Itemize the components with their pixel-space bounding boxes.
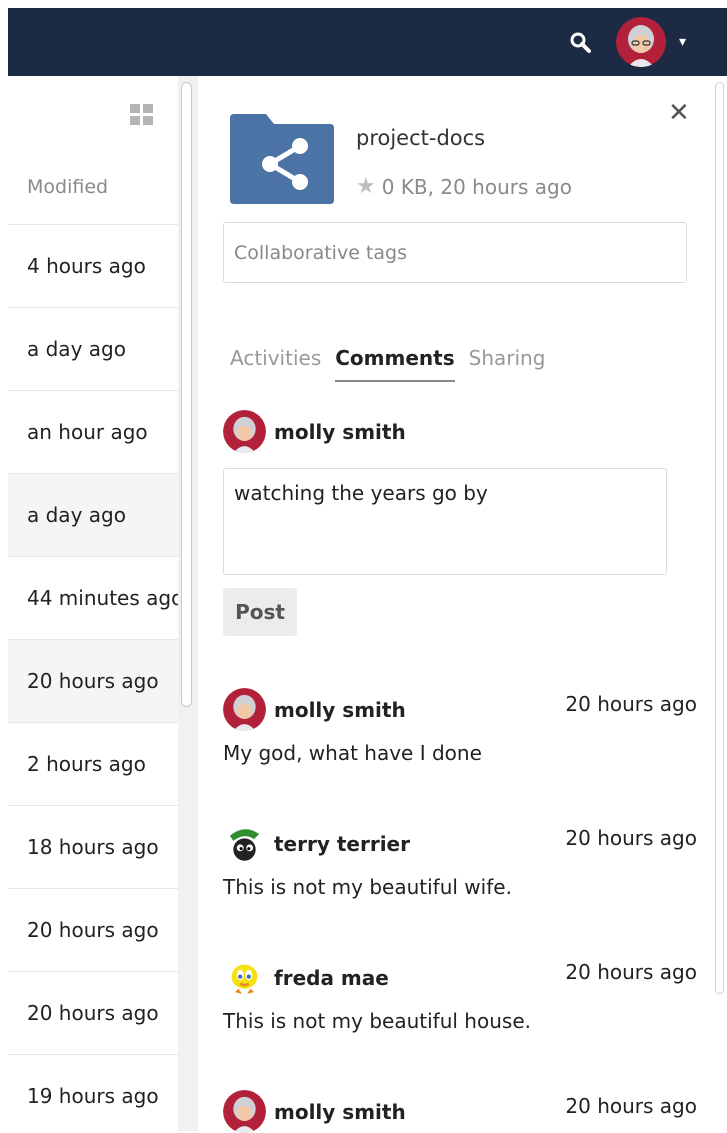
comment-item: molly smith 20 hours ago [223,1090,697,1133]
file-rows: 4 hours ago a day ago an hour ago a day … [8,224,178,1131]
grid-view-icon[interactable] [130,104,154,126]
table-row[interactable]: 44 minutes ago [8,556,178,639]
file-meta: ★ 0 KB, 20 hours ago [356,174,572,199]
file-size-modified: 0 KB, 20 hours ago [381,174,572,199]
avatar [223,822,266,865]
tab-sharing[interactable]: Sharing [469,346,546,382]
table-row[interactable]: 2 hours ago [8,722,178,805]
table-row[interactable]: 18 hours ago [8,805,178,888]
user-avatar[interactable] [616,17,666,67]
comment-time: 20 hours ago [565,692,697,716]
table-row[interactable]: an hour ago [8,390,178,473]
table-row[interactable]: 20 hours ago [8,971,178,1054]
comment-time: 20 hours ago [565,826,697,850]
search-icon[interactable] [568,30,594,56]
file-list: Modified 4 hours ago a day ago an hour a… [8,76,178,1131]
avatar [223,1090,266,1133]
comment-author: molly smith [274,1099,406,1124]
star-icon[interactable]: ★ [356,174,376,199]
table-row[interactable]: 20 hours ago [8,639,178,722]
comment-author: molly smith [274,697,406,722]
comment-time: 20 hours ago [565,1094,697,1118]
details-sidebar: ✕ project-docs ★ 0 KB, 20 hours ago Acti… [198,76,713,1133]
table-row[interactable]: 4 hours ago [8,224,178,307]
comment-author: freda mae [274,965,389,990]
table-row[interactable]: a day ago [8,307,178,390]
comment-item: freda mae 20 hours ago This is not my be… [223,956,697,1033]
table-row[interactable]: 19 hours ago [8,1054,178,1131]
column-header-modified[interactable]: Modified [27,176,108,198]
avatar [223,410,266,453]
collaborative-tags-input[interactable] [223,222,687,283]
file-list-scrollbar[interactable] [178,76,198,1131]
comment-author: terry terrier [274,831,410,856]
comment-input[interactable] [223,468,667,575]
file-name: project-docs [356,126,486,150]
comment-item: terry terrier 20 hours ago This is not m… [223,822,697,899]
avatar [223,956,266,999]
caret-down-icon[interactable]: ▾ [679,34,686,50]
author-name: molly smith [274,419,406,444]
tab-activities[interactable]: Activities [230,346,321,382]
avatar [223,688,266,731]
scrollbar-thumb[interactable] [715,82,724,994]
new-comment-author: molly smith [223,410,406,453]
comment-message: My god, what have I done [223,741,482,765]
comment-message: This is not my beautiful wife. [223,875,512,899]
scrollbar-thumb[interactable] [181,82,192,707]
sidebar-tabs: Activities Comments Sharing [230,346,559,382]
post-button[interactable]: Post [223,588,297,636]
sidebar-scrollbar[interactable] [713,76,727,1131]
table-row[interactable]: a day ago [8,473,178,556]
comment-time: 20 hours ago [565,960,697,984]
table-row[interactable]: 20 hours ago [8,888,178,971]
tab-comments[interactable]: Comments [335,346,455,382]
comment-message: This is not my beautiful house. [223,1009,531,1033]
shared-folder-icon [230,114,334,204]
comment-item: molly smith 20 hours ago My god, what ha… [223,688,697,765]
close-icon[interactable]: ✕ [668,100,690,126]
top-header-bar: ▾ [8,8,727,76]
